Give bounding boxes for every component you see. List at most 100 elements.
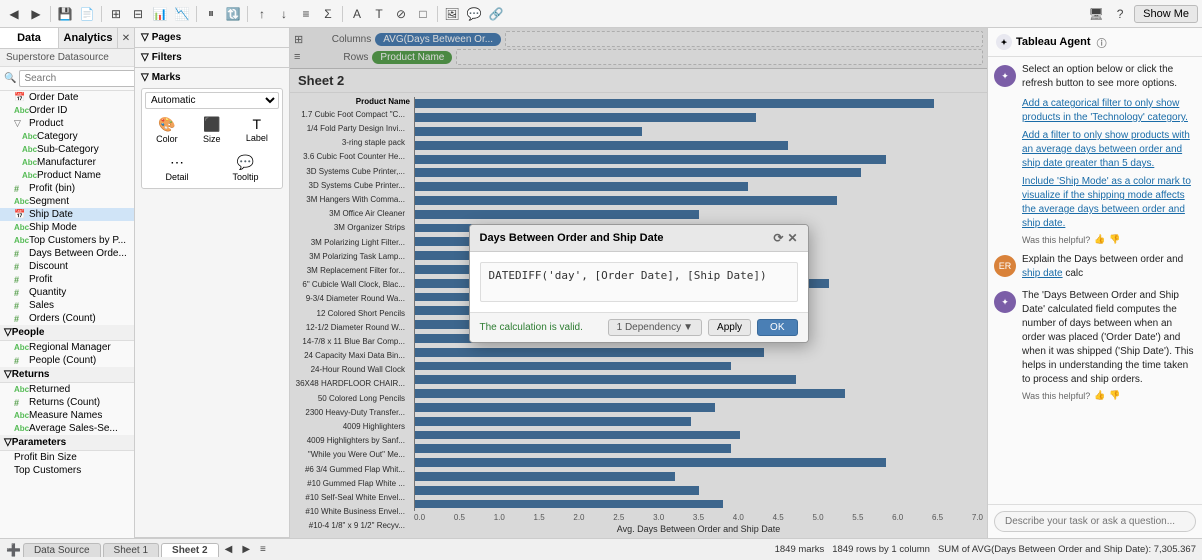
sort-desc-btn[interactable]: ↓ — [274, 4, 294, 24]
msg-option-2[interactable]: Add a filter to only show products with … — [1022, 129, 1196, 171]
param-top-customers[interactable]: Top Customers — [0, 464, 134, 477]
field-top-customers[interactable]: Abc Top Customers by P... — [0, 234, 134, 247]
modal-formula[interactable]: DATEDIFF('day', [Order Date], [Ship Date… — [480, 262, 798, 302]
field-measure-names[interactable]: Abc Measure Names — [0, 409, 134, 422]
field-product-name[interactable]: Abc Product Name — [0, 169, 134, 182]
save-btn[interactable]: 💾 — [55, 4, 75, 24]
agent-info-icon[interactable]: ⓘ — [1097, 35, 1107, 50]
field-profit-bin[interactable]: # Profit (bin) — [0, 182, 134, 195]
sheet-options[interactable]: ≡ — [256, 544, 270, 555]
pages-icon: ▽ — [141, 32, 149, 43]
thumbs-down-3[interactable]: 👎 — [1109, 390, 1120, 401]
marks-type-select[interactable]: Automatic Bar Line Area Circle Square Te… — [145, 92, 279, 109]
back-btn[interactable]: ◀ — [4, 4, 24, 24]
label-btn[interactable]: Σ — [318, 4, 338, 24]
field-category[interactable]: Abc Category — [0, 130, 134, 143]
filters-label: Filters — [152, 52, 182, 63]
field-people-count[interactable]: # People (Count) — [0, 354, 134, 367]
help-btn[interactable]: ? — [1110, 4, 1130, 24]
filters-header[interactable]: ▽ Filters — [141, 50, 283, 65]
tab-sheet1[interactable]: Sheet 1 — [103, 543, 159, 557]
group-btn[interactable]: ≡ — [296, 4, 316, 24]
number-icon: # — [14, 275, 26, 285]
field-label: Product Name — [37, 170, 101, 181]
marks-size-btn[interactable]: ⬛ Size — [198, 113, 226, 147]
field-regional-manager[interactable]: Abc Regional Manager — [0, 341, 134, 354]
chart2-btn[interactable]: 📉 — [172, 4, 192, 24]
grid-btn[interactable]: ⊟ — [128, 4, 148, 24]
sort-asc-btn[interactable]: ↑ — [252, 4, 272, 24]
marks-tooltip-btn[interactable]: 💬 Tooltip — [227, 151, 263, 185]
sheet-nav-right[interactable]: ▶ — [238, 544, 254, 555]
connect-btn[interactable]: ⊞ — [106, 4, 126, 24]
thumbs-up-3[interactable]: 👍 — [1094, 390, 1105, 401]
color-btn[interactable]: □ — [413, 4, 433, 24]
field-segment[interactable]: Abc Segment — [0, 195, 134, 208]
marks-detail-btn[interactable]: ⋯ Detail — [160, 151, 193, 185]
field-ship-mode[interactable]: Abc Ship Mode — [0, 221, 134, 234]
show-me-button[interactable]: Show Me — [1134, 5, 1198, 23]
field-returns-count[interactable]: # Returns (Count) — [0, 396, 134, 409]
modal-close-btn[interactable]: ✕ — [787, 231, 797, 245]
field-ship-date[interactable]: 📅 Ship Date — [0, 208, 134, 221]
marks-label-btn[interactable]: T Label — [241, 113, 273, 147]
string-icon: Abc — [14, 343, 26, 352]
close-panel-btn[interactable]: ✕ — [118, 28, 134, 48]
apply-btn[interactable]: Apply — [708, 319, 751, 336]
search-input[interactable] — [19, 70, 135, 87]
format-btn[interactable]: T — [369, 4, 389, 24]
section-people[interactable]: ▽ People — [0, 325, 134, 341]
brush-btn[interactable]: ⊘ — [391, 4, 411, 24]
field-discount[interactable]: # Discount — [0, 260, 134, 273]
section-parameters[interactable]: ▽ Parameters — [0, 435, 134, 451]
field-orders-count[interactable]: # Orders (Count) — [0, 312, 134, 325]
marks-color-btn[interactable]: 🎨 Color — [151, 113, 183, 147]
section-returns[interactable]: ▽ Returns — [0, 367, 134, 383]
chart-btn[interactable]: 📊 — [150, 4, 170, 24]
field-days-between[interactable]: # Days Between Orde... — [0, 247, 134, 260]
sheet-nav-left[interactable]: ◀ — [221, 544, 237, 555]
field-profit[interactable]: # Profit — [0, 273, 134, 286]
refresh-btn[interactable]: 🔃 — [223, 4, 243, 24]
agent-input[interactable] — [994, 511, 1196, 532]
device-btn[interactable]: 🖥 — [1086, 4, 1106, 24]
field-label: People (Count) — [29, 355, 96, 366]
thumbs-down-1[interactable]: 👎 — [1109, 234, 1120, 245]
add-sheet-btn[interactable]: ➕ — [6, 543, 21, 557]
pause-btn[interactable]: ⏸ — [201, 4, 221, 24]
thumbs-up-1[interactable]: 👍 — [1094, 234, 1105, 245]
field-sales[interactable]: # Sales — [0, 299, 134, 312]
modal-icon-1[interactable]: ⟳ — [773, 231, 783, 245]
tooltip-btn[interactable]: 💬 — [464, 4, 484, 24]
image-btn[interactable]: 🖼 — [442, 4, 462, 24]
text-btn[interactable]: A — [347, 4, 367, 24]
option-link-1[interactable]: Add a categorical filter to only show pr… — [1022, 98, 1188, 123]
msg-option-1[interactable]: Add a categorical filter to only show pr… — [1022, 97, 1196, 125]
tab-data[interactable]: Data — [0, 28, 59, 48]
option-link-2[interactable]: Add a filter to only show products with … — [1022, 130, 1190, 169]
ok-btn[interactable]: OK — [757, 319, 797, 336]
tab-analytics[interactable]: Analytics — [59, 28, 118, 48]
marks-header[interactable]: ▽ Marks — [141, 70, 283, 85]
option-link-3[interactable]: Include 'Ship Mode' as a color mark to v… — [1022, 176, 1191, 229]
pages-header[interactable]: ▽ Pages — [141, 30, 283, 45]
link-btn[interactable]: 🔗 — [486, 4, 506, 24]
field-product-folder[interactable]: ▽ Product — [0, 117, 134, 130]
field-avg-sales[interactable]: Abc Average Sales-Se... — [0, 422, 134, 435]
msg-option-3[interactable]: Include 'Ship Mode' as a color mark to v… — [1022, 175, 1196, 231]
field-subcategory[interactable]: Abc Sub-Category — [0, 143, 134, 156]
msg-text-1: Select an option below or click the refr… — [1022, 63, 1196, 91]
left-panel: Data Analytics ✕ Superstore Datasource 🔍… — [0, 28, 135, 538]
field-quantity[interactable]: # Quantity — [0, 286, 134, 299]
dependency-btn[interactable]: 1 Dependency ▼ — [608, 319, 702, 336]
param-profit-bin[interactable]: Profit Bin Size — [0, 451, 134, 464]
tab-sheet2[interactable]: Sheet 2 — [161, 543, 219, 557]
new-btn[interactable]: 📄 — [77, 4, 97, 24]
field-order-id[interactable]: Abc Order ID — [0, 104, 134, 117]
tab-data-source[interactable]: Data Source — [23, 543, 101, 557]
field-order-date[interactable]: 📅 Order Date — [0, 91, 134, 104]
ship-date-link[interactable]: ship date — [1022, 268, 1063, 279]
forward-btn[interactable]: ▶ — [26, 4, 46, 24]
field-manufacturer[interactable]: Abc Manufacturer — [0, 156, 134, 169]
field-returned[interactable]: Abc Returned — [0, 383, 134, 396]
